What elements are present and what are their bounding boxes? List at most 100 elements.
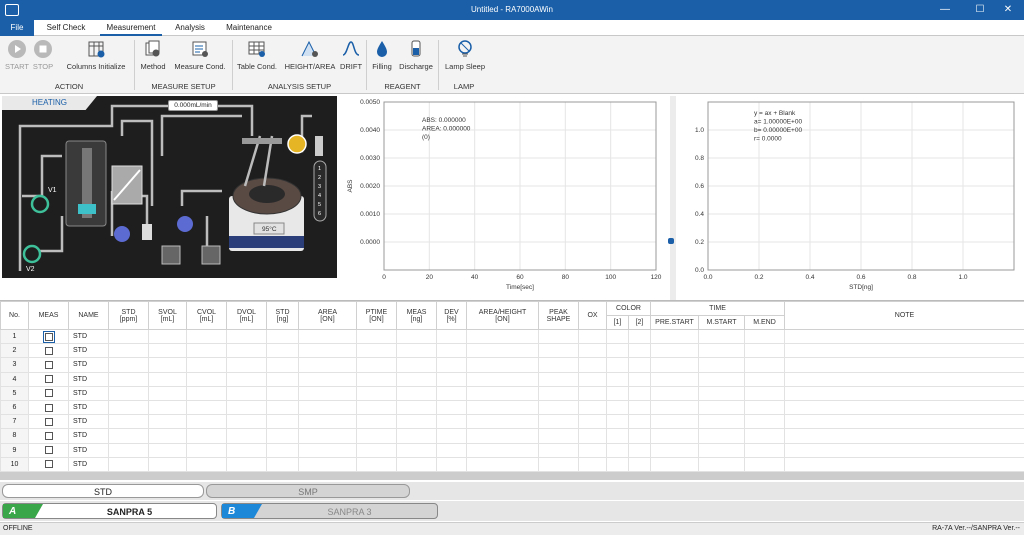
row-number[interactable]: 7 [0,414,29,430]
data-cell[interactable] [628,357,651,373]
col-m-start[interactable]: M.START [698,315,745,330]
data-cell[interactable] [186,385,227,401]
name-cell[interactable]: STD [68,414,109,430]
col-cvol[interactable]: CVOL [mL] [186,301,227,330]
col-meas-ng[interactable]: MEAS [ng] [396,301,437,330]
data-cell[interactable] [266,456,299,472]
data-cell[interactable] [784,428,1024,444]
data-cell[interactable] [356,399,397,416]
data-cell[interactable] [298,371,357,387]
row-number[interactable]: 5 [0,385,29,401]
data-cell[interactable] [226,343,267,359]
table-row[interactable]: 3 STD [0,357,1024,373]
data-cell[interactable] [466,428,539,444]
meas-checkbox[interactable] [44,346,53,355]
data-cell[interactable] [436,414,467,430]
data-cell[interactable] [356,414,397,430]
data-cell[interactable] [578,328,607,345]
data-cell[interactable] [148,357,187,373]
data-cell[interactable] [743,442,786,458]
data-cell[interactable] [784,343,1024,359]
table-row[interactable]: 7 STD [0,414,1024,430]
meas-checkbox[interactable] [44,417,53,426]
data-cell[interactable] [698,328,745,345]
measure-cond-button[interactable]: Measure Cond. [170,39,230,79]
col-std-ppm[interactable]: STD [ppm] [108,301,149,330]
filling-button[interactable]: Filling [369,39,395,79]
data-cell[interactable] [356,456,397,472]
data-cell[interactable] [108,442,149,458]
data-cell[interactable] [628,371,651,387]
data-cell[interactable] [436,385,467,401]
data-cell[interactable] [266,399,299,416]
data-cell[interactable] [650,414,699,430]
data-cell[interactable] [186,414,227,430]
columns-initialize-button[interactable]: Columns Initialize [60,39,132,79]
data-cell[interactable] [698,357,745,373]
data-cell[interactable] [148,399,187,416]
data-cell[interactable] [466,414,539,430]
data-cell[interactable] [650,456,699,472]
meas-cell[interactable] [28,399,69,416]
data-cell[interactable] [266,414,299,430]
row-number[interactable]: 10 [0,456,29,472]
data-cell[interactable] [266,428,299,444]
data-cell[interactable] [784,442,1024,458]
data-cell[interactable] [628,385,651,401]
data-cell[interactable] [650,442,699,458]
data-cell[interactable] [606,385,629,401]
data-cell[interactable] [466,371,539,387]
method-button[interactable]: Method [137,39,169,79]
data-cell[interactable] [226,399,267,416]
data-cell[interactable] [436,371,467,387]
data-cell[interactable] [148,414,187,430]
data-cell[interactable] [356,428,397,444]
data-cell[interactable] [628,343,651,359]
col-meas[interactable]: MEAS [28,301,69,330]
data-cell[interactable] [356,442,397,458]
data-cell[interactable] [108,414,149,430]
data-cell[interactable] [698,371,745,387]
data-cell[interactable] [743,328,786,345]
data-cell[interactable] [186,357,227,373]
data-cell[interactable] [466,399,539,416]
data-cell[interactable] [396,328,437,345]
data-cell[interactable] [148,371,187,387]
data-cell[interactable] [784,357,1024,373]
meas-cell[interactable] [28,385,69,401]
data-cell[interactable] [650,399,699,416]
data-cell[interactable] [628,399,651,416]
col-time[interactable]: TIME [649,301,786,316]
data-cell[interactable] [186,371,227,387]
system-b-tab[interactable]: B SANPRA 3 [221,503,438,519]
col-area-height[interactable]: AREA/HEIGHT [ON] [466,301,539,330]
row-number[interactable]: 3 [0,357,29,373]
col-dev[interactable]: DEV [%] [436,301,467,330]
data-cell[interactable] [466,385,539,401]
data-cell[interactable] [698,385,745,401]
data-cell[interactable] [628,428,651,444]
data-cell[interactable] [538,328,579,345]
data-cell[interactable] [226,385,267,401]
data-cell[interactable] [578,343,607,359]
data-cell[interactable] [578,399,607,416]
data-cell[interactable] [698,456,745,472]
data-cell[interactable] [698,414,745,430]
col-color-1[interactable]: [1] [606,315,629,330]
data-cell[interactable] [436,357,467,373]
name-cell[interactable]: STD [68,357,109,373]
tab-smp[interactable]: SMP [206,484,410,498]
col-color[interactable]: COLOR [606,301,651,316]
data-cell[interactable] [784,328,1024,345]
data-cell[interactable] [628,414,651,430]
data-cell[interactable] [578,428,607,444]
meas-cell[interactable] [28,442,69,458]
data-cell[interactable] [298,385,357,401]
horizontal-scrollbar[interactable] [0,472,1024,480]
data-cell[interactable] [226,428,267,444]
meas-checkbox[interactable] [44,460,53,469]
data-cell[interactable] [538,371,579,387]
data-cell[interactable] [186,428,227,444]
data-cell[interactable] [298,357,357,373]
meas-checkbox[interactable] [44,389,53,398]
